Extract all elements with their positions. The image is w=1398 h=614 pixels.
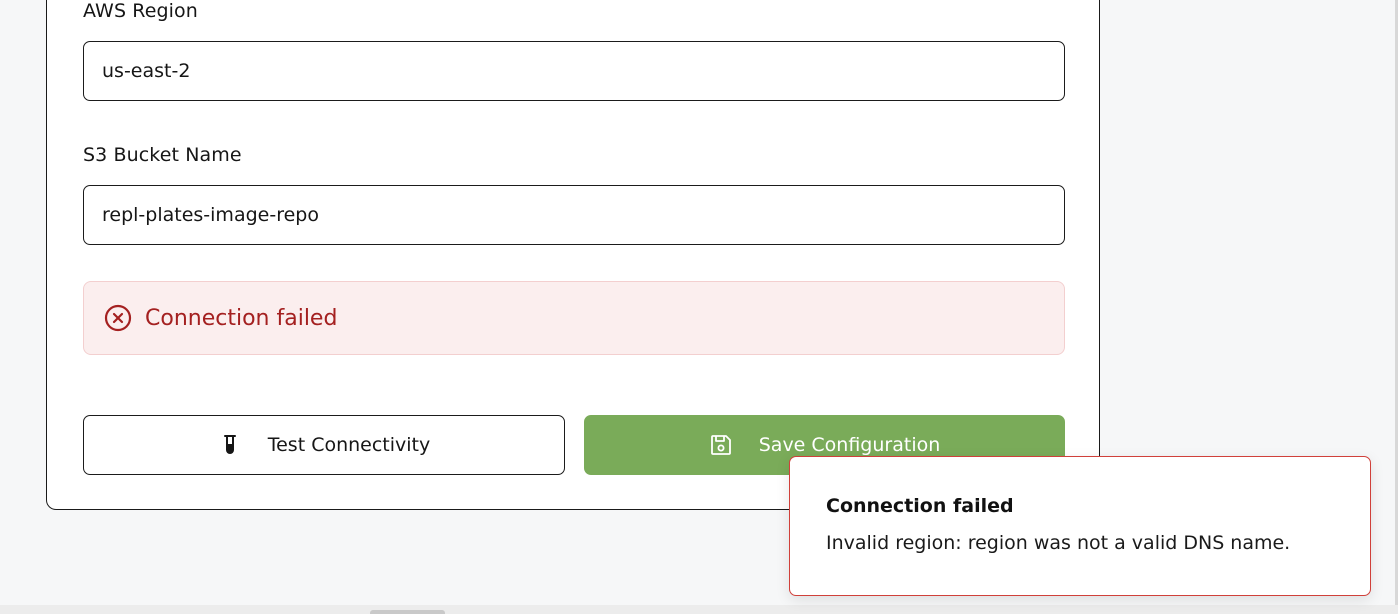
aws-region-input[interactable] — [83, 41, 1065, 101]
toast-message: Invalid region: region was not a valid D… — [826, 532, 1291, 554]
x-circle-icon — [104, 304, 132, 332]
error-toast[interactable]: Connection failed Invalid region: region… — [789, 456, 1371, 596]
alert-message: Connection failed — [145, 305, 338, 331]
s3-bucket-name-input[interactable] — [83, 185, 1065, 245]
connection-error-alert: Connection failed — [83, 281, 1065, 355]
test-tube-icon — [218, 433, 242, 457]
save-disk-icon — [709, 433, 733, 457]
save-configuration-label: Save Configuration — [758, 434, 941, 456]
s3-bucket-name-label: S3 Bucket Name — [83, 144, 242, 166]
test-connectivity-label: Test Connectivity — [267, 434, 431, 456]
bottom-scroll-thumb[interactable] — [370, 610, 445, 614]
toast-title: Connection failed — [826, 495, 1014, 517]
test-connectivity-button[interactable]: Test Connectivity — [83, 415, 565, 475]
aws-region-label: AWS Region — [83, 0, 198, 22]
bottom-scroll-track — [0, 605, 1398, 614]
